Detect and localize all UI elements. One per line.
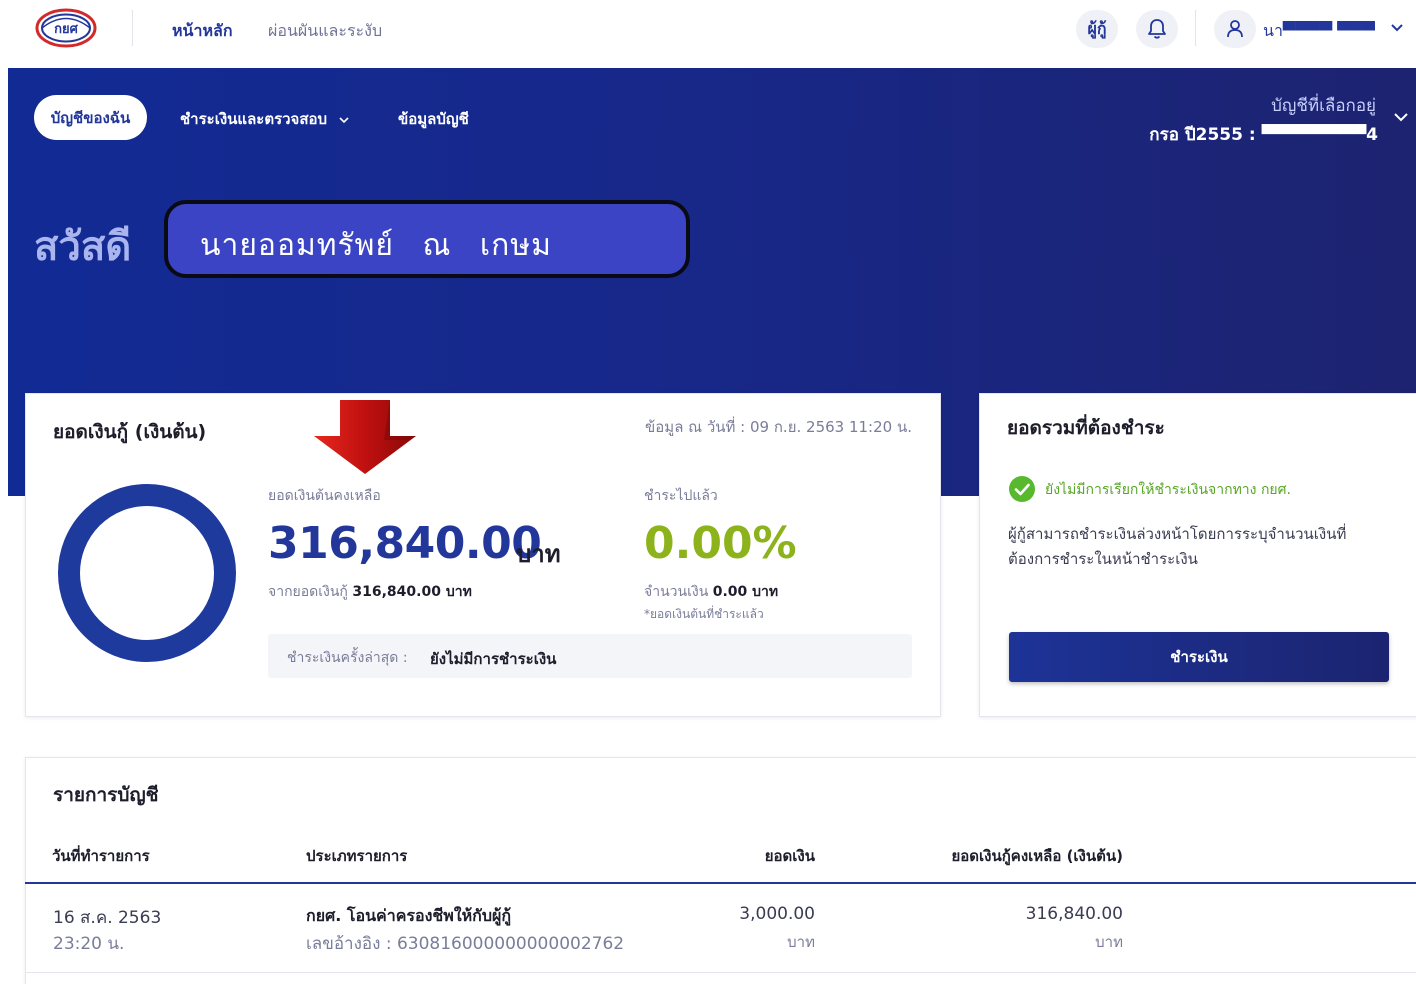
remaining-principal-label: ยอดเงินต้นคงเหลือ	[268, 488, 381, 504]
kyor-sor-or-logo[interactable]: กยศ	[34, 7, 98, 49]
original-loan-label: จากยอดเงินกู้	[268, 584, 348, 600]
due-status-text: ยังไม่มีการเรียกให้ชำระเงินจากทาง กยศ.	[1045, 482, 1291, 498]
borrower-role-button[interactable]: ผู้กู้	[1076, 10, 1118, 48]
nav-home-link[interactable]: หน้าหลัก	[172, 19, 233, 44]
row-date: 16 ส.ค. 2563	[53, 908, 162, 928]
repayment-donut-chart	[58, 484, 236, 662]
selected-account-label: บัญชีที่เลือกอยู่	[1271, 96, 1376, 116]
user-menu-button[interactable]	[1214, 10, 1256, 48]
row-balance-unit: บาท	[1095, 933, 1123, 951]
paid-amount-label: จำนวนเงิน	[644, 584, 709, 600]
row-amount: 3,000.00	[739, 904, 815, 924]
paid-amount-line: จำนวนเงิน 0.00 บาท	[644, 581, 778, 603]
currency-unit: บาท	[516, 540, 561, 568]
row-divider	[25, 972, 1416, 973]
row-reference: เลขอ้างอิง : 630816000000000002762	[306, 934, 625, 954]
paid-label: ชำระไปแล้ว	[644, 488, 718, 504]
divider	[1195, 10, 1196, 46]
paid-note: *ยอดเงินต้นที่ชำระแล้ว	[644, 607, 764, 621]
chevron-down-icon	[339, 116, 349, 123]
tab-payment-label: ชำระเงินและตรวจสอบ	[180, 110, 328, 128]
remaining-principal-amount: 316,840.00	[268, 518, 542, 569]
original-loan-amount: 316,840.00 บาท	[352, 584, 472, 600]
chevron-down-icon[interactable]	[1392, 108, 1410, 126]
transactions-title: รายการบัญชี	[53, 784, 159, 806]
svg-text:กยศ: กยศ	[54, 22, 78, 37]
column-header-amount: ยอดเงิน	[764, 847, 815, 865]
divider	[132, 10, 133, 46]
data-as-of-date: ข้อมูล ณ วันที่ : 09 ก.ย. 2563 11:20 น.	[645, 418, 912, 436]
row-time: 23:20 น.	[53, 934, 125, 954]
chevron-down-icon[interactable]	[1389, 20, 1405, 36]
column-header-balance: ยอดเงินกู้คงเหลือ (เงินต้น)	[951, 847, 1123, 865]
header-divider	[25, 882, 1416, 884]
paid-percent: 0.00%	[644, 518, 797, 569]
original-loan-line: จากยอดเงินกู้ 316,840.00 บาท	[268, 581, 472, 603]
top-navbar: กยศ หน้าหลัก ผ่อนผันและระงับ ผู้กู้ นา▀▀…	[0, 0, 1416, 60]
column-header-date: วันที่ทำรายการ	[52, 847, 150, 865]
row-type: กยศ. โอนค่าครองชีพให้กับผู้กู้	[306, 906, 512, 925]
transactions-card	[25, 757, 1416, 984]
loan-card-title: ยอดเงินกู้ (เงินต้น)	[53, 421, 207, 443]
last-payment-label: ชำระเงินครั้งล่าสุด :	[287, 650, 408, 666]
check-circle-icon	[1009, 476, 1035, 502]
paid-amount-value: 0.00 บาท	[712, 584, 779, 600]
user-name[interactable]: นา▀▀▀▀ ▀▀▀▀▀ง	[1263, 19, 1375, 44]
notification-button[interactable]	[1136, 10, 1178, 48]
tab-my-account[interactable]: บัญชีของฉัน	[34, 95, 147, 140]
column-header-type: ประเภทรายการ	[306, 847, 408, 865]
red-arrow-down-icon	[314, 400, 416, 474]
tab-payment[interactable]: ชำระเงินและตรวจสอบ	[180, 107, 350, 131]
greeting-text: สวัสดี	[34, 224, 132, 270]
last-payment-value: ยังไม่มีการชำระเงิน	[430, 650, 557, 668]
row-amount-unit: บาท	[787, 933, 815, 951]
row-balance: 316,840.00	[1025, 904, 1123, 924]
tab-account-info[interactable]: ข้อมูลบัญชี	[398, 107, 469, 131]
due-description: ผู้กู้สามารถชำระเงินล่วงหน้าโดยการระบุจำ…	[1008, 525, 1347, 568]
borrower-name: นายออมทรัพย์ ณ เกษม	[200, 228, 552, 263]
bell-icon	[1148, 19, 1166, 39]
amount-due-title: ยอดรวมที่ต้องชำระ	[1007, 417, 1165, 439]
nav-deferment-link[interactable]: ผ่อนผันและระงับ	[268, 19, 382, 44]
pay-button[interactable]: ชำระเงิน	[1009, 632, 1389, 682]
user-icon	[1227, 20, 1243, 38]
selected-account-number[interactable]: กรอ ปี2555 : ▀▀▀▀▀▀▀▀4	[1149, 121, 1378, 148]
